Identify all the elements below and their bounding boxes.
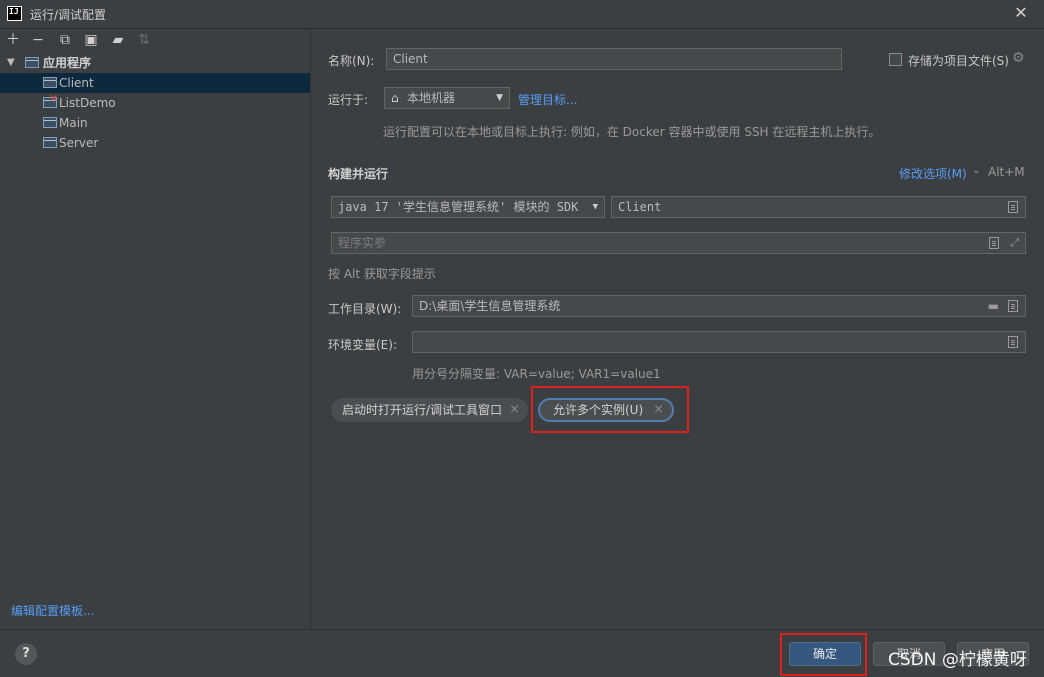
application-config-icon — [43, 77, 57, 88]
document-icon[interactable] — [989, 237, 999, 249]
edit-templates-link[interactable]: 编辑配置模板... — [11, 602, 94, 619]
run-on-hint: 运行配置可以在本地或目标上执行: 例如，在 Docker 容器中或使用 SSH … — [383, 125, 881, 139]
tree-item-label: ListDemo — [59, 96, 116, 110]
sort-icon[interactable]: ⇅ — [136, 32, 152, 48]
option-chip-open-tool-window[interactable]: 启动时打开运行/调试工具窗口 × — [331, 398, 528, 422]
home-icon: ⌂ — [391, 91, 399, 105]
workdir-label: 工作目录(W): — [328, 302, 402, 316]
title-bar: IJ 运行/调试配置 ✕ — [0, 0, 1044, 29]
window-title: 运行/调试配置 — [30, 8, 107, 22]
workdir-value: D:\桌面\学生信息管理系统 — [419, 299, 561, 313]
close-icon[interactable]: ✕ — [1012, 4, 1030, 22]
tree-item-main[interactable]: Main — [0, 113, 310, 133]
chevron-down-icon[interactable]: ⌄ — [972, 165, 980, 176]
store-project-label: 存储为项目文件(S) — [908, 54, 1009, 68]
tree-item-label: Client — [59, 76, 94, 90]
save-icon[interactable]: ▣ — [83, 32, 99, 48]
main-class-value: Client — [618, 200, 662, 214]
application-config-icon — [43, 117, 57, 128]
dialog-button-bar: ? 确定 取消 应用 CSDN @柠檬黄呀 — [0, 629, 1044, 677]
manage-targets-link[interactable]: 管理目标... — [518, 91, 577, 108]
modify-options-shortcut: Alt+M — [988, 165, 1025, 179]
highlight-box — [780, 633, 867, 676]
help-button[interactable]: ? — [15, 643, 37, 665]
tree-item-client[interactable]: Client — [0, 73, 310, 93]
document-icon[interactable] — [1008, 336, 1018, 348]
document-icon[interactable] — [1008, 201, 1018, 213]
tree-group-application[interactable]: ▼ 应用程序 — [0, 53, 310, 73]
gear-icon[interactable]: ⚙ — [1012, 50, 1025, 66]
config-form: 名称(N): Client 存储为项目文件(S) ⚙ 运行于: ⌂ 本地机器 ▼… — [311, 29, 1044, 629]
application-icon — [25, 57, 39, 68]
run-on-value: 本地机器 — [407, 91, 456, 105]
program-args-placeholder: 程序实参 — [338, 236, 387, 250]
env-field[interactable] — [412, 331, 1026, 353]
run-on-select[interactable]: ⌂ 本地机器 ▼ — [384, 87, 510, 109]
copy-icon[interactable]: ⧉ — [57, 32, 73, 48]
program-args-field[interactable]: 程序实参 ⤢ — [331, 232, 1026, 254]
folder-icon[interactable]: ▬ — [988, 296, 999, 316]
tree-item-server[interactable]: Server — [0, 133, 310, 153]
folder-add-icon[interactable]: ▰ — [110, 32, 126, 48]
name-field[interactable]: Client — [386, 48, 842, 70]
chip-label: 启动时打开运行/调试工具窗口 — [342, 403, 503, 417]
plus-icon[interactable]: ＋ — [5, 32, 21, 48]
tree-group-label: 应用程序 — [43, 56, 92, 70]
expand-icon[interactable]: ⤢ — [1010, 233, 1019, 253]
application-config-icon — [43, 137, 57, 148]
name-label: 名称(N): — [328, 54, 375, 68]
error-x-icon: ✕ — [49, 92, 59, 105]
workdir-field[interactable]: D:\桌面\学生信息管理系统 ▬ — [412, 295, 1026, 317]
remove-chip-icon[interactable]: × — [509, 398, 520, 422]
document-icon[interactable] — [1008, 300, 1018, 312]
sdk-value: java 17 '学生信息管理系统' 模块的 SDK — [338, 200, 579, 214]
chevron-down-icon: ▼ — [496, 93, 503, 103]
tree-item-listdemo[interactable]: ✕ ListDemo — [0, 92, 310, 113]
run-on-label: 运行于: — [328, 93, 369, 107]
tree-item-label: Server — [59, 136, 99, 150]
chevron-down-icon[interactable]: ▼ — [7, 53, 15, 73]
chevron-down-icon: ▼ — [592, 202, 598, 212]
modify-options-link[interactable]: 修改选项(M) — [899, 165, 967, 182]
config-toolbar: ＋ − ⧉ ▣ ▰ ⇅ — [0, 29, 310, 53]
build-run-title: 构建并运行 — [328, 167, 389, 181]
minus-icon[interactable]: − — [30, 32, 46, 48]
watermark: CSDN @柠檬黄呀 — [888, 650, 1027, 670]
env-hint: 用分号分隔变量: VAR=value; VAR1=value1 — [412, 367, 661, 381]
configurations-panel: ＋ − ⧉ ▣ ▰ ⇅ ▼ 应用程序 Client ✕ ListDemo Mai… — [0, 29, 311, 629]
highlight-box — [531, 386, 689, 433]
env-label: 环境变量(E): — [328, 338, 397, 352]
store-project-checkbox[interactable] — [889, 53, 902, 66]
intellij-logo-icon: IJ — [7, 6, 22, 21]
alt-hint: 按 Alt 获取字段提示 — [328, 267, 436, 281]
tree-item-label: Main — [59, 116, 88, 130]
main-class-field[interactable]: Client — [611, 196, 1026, 218]
sdk-select[interactable]: java 17 '学生信息管理系统' 模块的 SDK ▼ — [331, 196, 605, 218]
